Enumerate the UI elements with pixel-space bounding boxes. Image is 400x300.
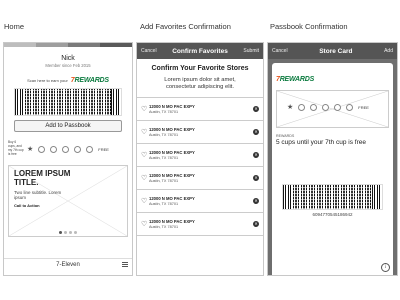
card-number: 6094770545186942	[312, 212, 353, 217]
heart-icon[interactable]: ♡	[141, 105, 149, 113]
cup-dot	[346, 103, 354, 111]
store-row[interactable]: ♡ 12000 N MO PAC EXPY Austin, TX 78701 ✕	[137, 121, 263, 144]
heart-icon[interactable]: ♡	[141, 174, 149, 182]
rewards-status: 5 cups until your 7th cup is free	[276, 139, 366, 146]
cancel-button[interactable]: Cancel	[141, 48, 157, 54]
store-row[interactable]: ♡ 12000 N MO PAC EXPY Austin, TX 78701 ✕	[137, 190, 263, 213]
home-caption: Home	[4, 22, 25, 31]
carousel-dot[interactable]	[69, 231, 72, 234]
heart-icon[interactable]: ♡	[141, 197, 149, 205]
cup-dot	[86, 145, 94, 153]
carousel-dot[interactable]	[59, 231, 62, 234]
2d-barcode	[25, 89, 111, 115]
add-to-passbook-button[interactable]: Add to Passbook	[14, 120, 122, 132]
remove-icon[interactable]: ✕	[253, 174, 259, 181]
store-address: 12000 N MO PAC EXPY	[149, 172, 195, 178]
cancel-button[interactable]: Cancel	[272, 48, 288, 54]
footer-bar: 7-Eleven	[4, 258, 132, 271]
status-bar	[4, 43, 132, 47]
store-address: 12000 N MO PAC EXPY	[149, 126, 195, 132]
cup-dot	[62, 145, 70, 153]
info-icon[interactable]: i	[381, 263, 390, 272]
star-icon: ★	[27, 146, 34, 153]
scan-text: Scan here to earn your	[27, 78, 68, 83]
store-card: 7REWARDS ★ FREE REWARDS 5 cups until you…	[272, 63, 393, 275]
store-city: Austin, TX 78701	[149, 109, 179, 114]
nav-bar: Cancel Store Card Add	[268, 43, 397, 59]
cup-tracker: Buy 6 cups, and my 7th cup is free ★ FRE…	[8, 140, 128, 157]
star-icon: ★	[287, 104, 294, 111]
home-screen: Nick Member since Feb 2015 Scan here to …	[3, 42, 133, 276]
remove-icon[interactable]: ✕	[253, 105, 259, 112]
store-address: 12000 N MO PAC EXPY	[149, 195, 195, 201]
logo-text: REWARDS	[74, 77, 110, 84]
rewards-label: REWARDS	[276, 134, 295, 138]
store-city: Austin, TX 78701	[149, 155, 179, 160]
store-row[interactable]: ♡ 12000 N MO PAC EXPY Austin, TX 78701 ✕	[137, 144, 263, 167]
nav-title: Confirm Favorites	[172, 47, 228, 55]
passbook-screen: Cancel Store Card Add 7REWARDS ★ FREE RE…	[267, 42, 398, 276]
store-row[interactable]: ♡ 12000 N MO PAC EXPY Austin, TX 78701 ✕	[137, 167, 263, 190]
carousel-dots	[9, 231, 127, 234]
logo-text: REWARDS	[279, 76, 315, 83]
cup-dot	[298, 103, 306, 111]
cup-dot	[74, 145, 82, 153]
footer-brand: 7-Eleven	[56, 262, 80, 268]
remove-icon[interactable]: ✕	[253, 128, 259, 135]
store-list: ♡ 12000 N MO PAC EXPY Austin, TX 78701 ✕ …	[137, 96, 263, 236]
call-to-action[interactable]: Call to Action	[14, 203, 122, 208]
carousel-dot[interactable]	[64, 231, 67, 234]
barcode	[14, 88, 122, 116]
heart-icon[interactable]: ♡	[141, 220, 149, 228]
cup-dot	[50, 145, 58, 153]
2d-barcode	[293, 185, 372, 209]
store-address: 12000 N MO PAC EXPY	[149, 218, 195, 224]
promo-banner[interactable]: LOREM IPSUM TITLE. Two line subtitle. Lo…	[8, 165, 128, 237]
promo-subtitle: Two line subtitle. Lorem ipsum	[14, 189, 62, 200]
member-since: Member since Feb 2015	[45, 63, 91, 68]
heart-icon[interactable]: ♡	[141, 128, 149, 136]
card-banner: ★ FREE	[276, 90, 389, 128]
store-city: Austin, TX 78701	[149, 224, 179, 229]
passbook-caption: Passbook Confirmation	[270, 22, 348, 31]
store-city: Austin, TX 78701	[149, 201, 179, 206]
store-city: Austin, TX 78701	[149, 132, 179, 137]
carousel-dot[interactable]	[74, 231, 77, 234]
store-address: 12000 N MO PAC EXPY	[149, 149, 195, 155]
remove-icon[interactable]: ✕	[253, 151, 259, 158]
nav-bar: Cancel Confirm Favorites Submit	[137, 43, 263, 59]
free-label: FREE	[98, 146, 109, 152]
cup-dot	[322, 103, 330, 111]
linear-barcode	[283, 185, 293, 209]
barcode	[282, 184, 383, 210]
cups-note: Buy 6 cups, and my 7th cup is free	[8, 140, 24, 156]
free-label: FREE	[358, 104, 369, 110]
store-city: Austin, TX 78701	[149, 178, 179, 183]
linear-barcode	[372, 185, 382, 209]
store-address: 12000 N MO PAC EXPY	[149, 103, 195, 109]
user-name: Nick	[61, 55, 75, 62]
promo-title: LOREM IPSUM TITLE.	[14, 169, 71, 187]
scan-prompt: Scan here to earn your 7REWARDS	[4, 77, 132, 84]
remove-icon[interactable]: ✕	[253, 220, 259, 227]
rewards-logo: 7REWARDS	[276, 76, 314, 83]
confirm-heading: Confirm Your Favorite Stores	[151, 65, 249, 72]
add-button[interactable]: Add	[384, 48, 393, 54]
rewards-logo: 7REWARDS	[71, 77, 109, 84]
cup-dot	[38, 145, 46, 153]
cup-dot	[334, 103, 342, 111]
menu-icon[interactable]	[122, 262, 128, 267]
remove-icon[interactable]: ✕	[253, 197, 259, 204]
nav-title: Store Card	[319, 47, 353, 55]
store-row[interactable]: ♡ 12000 N MO PAC EXPY Austin, TX 78701 ✕	[137, 213, 263, 236]
confirm-body: Lorem ipsum dolor sit amet, consectetur …	[164, 77, 236, 90]
confirm-caption: Add Favorites Confirmation	[140, 22, 231, 31]
linear-barcode	[111, 89, 121, 115]
linear-barcode	[15, 89, 25, 115]
confirm-favorites-screen: Cancel Confirm Favorites Submit Confirm …	[136, 42, 264, 276]
store-row[interactable]: ♡ 12000 N MO PAC EXPY Austin, TX 78701 ✕	[137, 98, 263, 121]
cup-dot	[310, 103, 318, 111]
submit-button[interactable]: Submit	[243, 48, 259, 54]
heart-icon[interactable]: ♡	[141, 151, 149, 159]
